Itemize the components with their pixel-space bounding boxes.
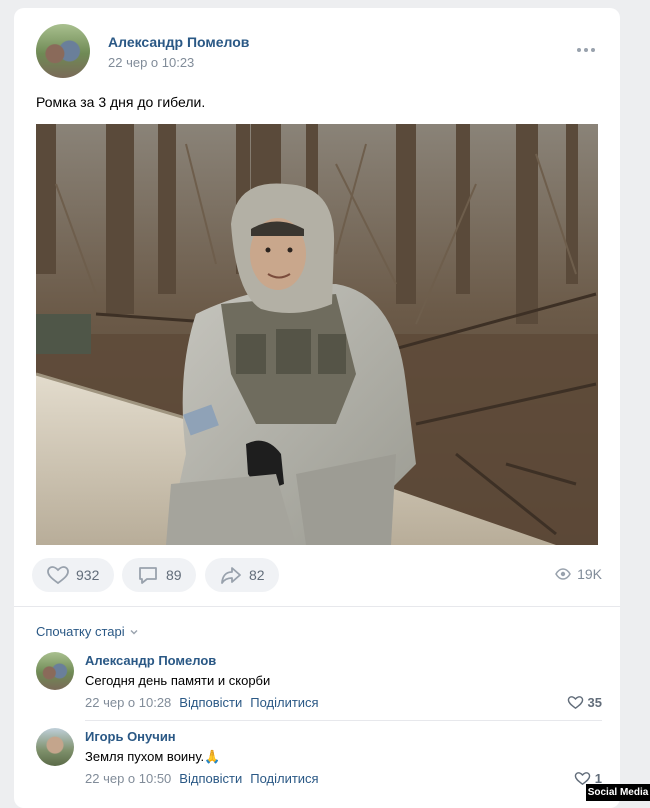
comment-avatar[interactable] — [36, 728, 74, 766]
views-counter: 19K — [555, 566, 602, 582]
comment-text: Земля пухом воину.🙏 — [85, 749, 221, 764]
comment-meta: 22 чер о 10:28 Відповісти Поділитися — [85, 695, 319, 710]
comments-sort-dropdown[interactable]: Спочатку старі — [36, 624, 139, 639]
share-count: 82 — [249, 567, 265, 583]
comment-item: Игорь Онучин Земля пухом воину.🙏 22 чер … — [36, 728, 602, 798]
post-time[interactable]: 22 чер о 10:23 — [108, 55, 194, 70]
comment-icon — [139, 567, 157, 584]
comment-time[interactable]: 22 чер о 10:50 — [85, 771, 171, 786]
like-button[interactable]: 932 — [32, 558, 114, 592]
watermark: Social Media — [586, 784, 650, 801]
more-options-icon[interactable] — [574, 40, 598, 60]
like-count: 932 — [76, 567, 100, 583]
comment-author[interactable]: Игорь Онучин — [85, 729, 176, 744]
eye-icon — [555, 568, 571, 580]
author-avatar[interactable] — [36, 24, 90, 78]
share-link[interactable]: Поділитися — [250, 771, 318, 786]
share-icon — [221, 567, 241, 584]
comment-count: 89 — [166, 567, 182, 583]
comment-separator — [85, 720, 602, 721]
comment-avatar[interactable] — [36, 652, 74, 690]
reply-link[interactable]: Відповісти — [179, 695, 242, 710]
comment-like-count: 35 — [587, 695, 602, 710]
share-link[interactable]: Поділитися — [250, 695, 318, 710]
photo-illustration — [36, 124, 598, 545]
comment-text: Сегодня день памяти и скорби — [85, 673, 271, 688]
comment-like-button[interactable]: 35 — [567, 694, 602, 711]
post-text: Ромка за 3 дня до гибели. — [36, 94, 206, 110]
post-header: Александр Помелов 22 чер о 10:23 — [36, 24, 602, 80]
post-card: Александр Помелов 22 чер о 10:23 Ромка з… — [14, 8, 620, 808]
post-photo[interactable] — [36, 124, 598, 545]
chevron-down-icon — [130, 629, 138, 634]
divider — [14, 606, 620, 607]
comment-time[interactable]: 22 чер о 10:28 — [85, 695, 171, 710]
comment-item: Александр Помелов Сегодня день памяти и … — [36, 652, 602, 722]
heart-icon — [567, 696, 583, 710]
share-button[interactable]: 82 — [205, 558, 279, 592]
comment-button[interactable]: 89 — [122, 558, 196, 592]
views-count: 19K — [577, 566, 602, 582]
heart-icon — [47, 566, 69, 585]
reply-link[interactable]: Відповісти — [179, 771, 242, 786]
post-actions: 932 89 82 19K — [32, 558, 602, 594]
comment-author[interactable]: Александр Помелов — [85, 653, 216, 668]
author-name[interactable]: Александр Помелов — [108, 34, 249, 50]
comment-meta: 22 чер о 10:50 Відповісти Поділитися — [85, 771, 319, 786]
sort-label: Спочатку старі — [36, 624, 125, 639]
